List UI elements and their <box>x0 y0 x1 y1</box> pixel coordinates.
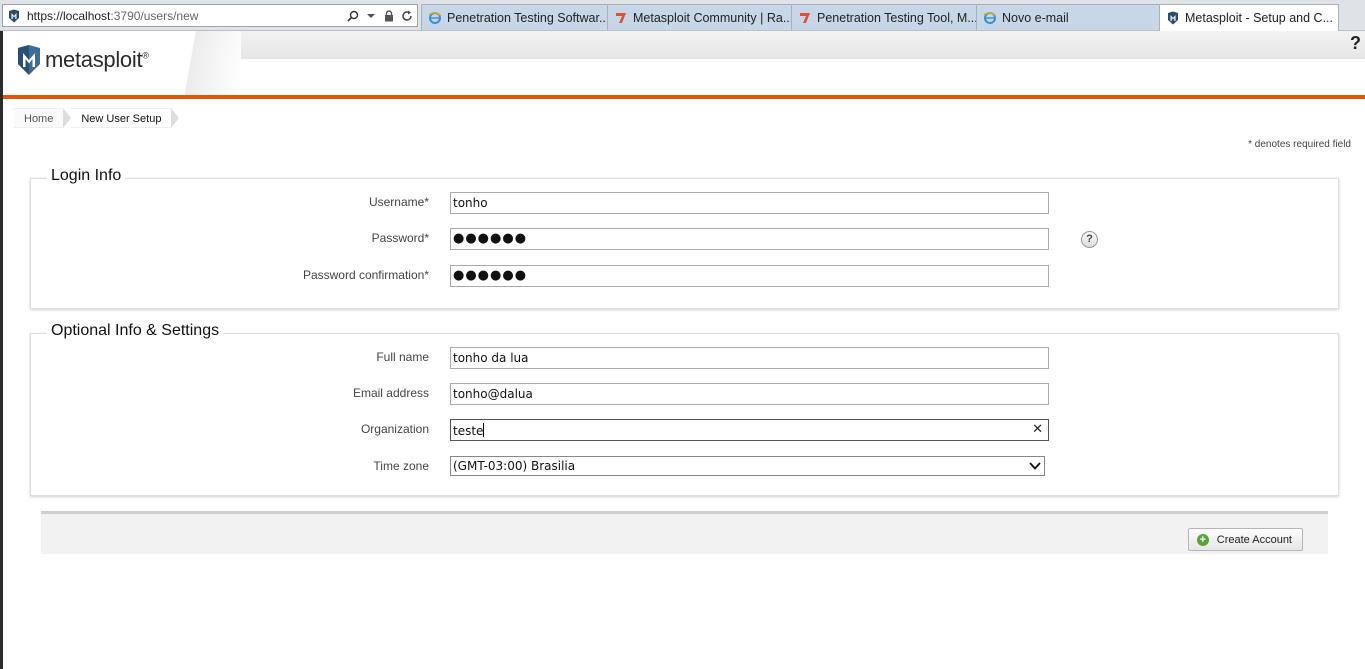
metasploit-logo[interactable]: metasploit® <box>17 45 149 75</box>
section-title: Optional Info & Settings <box>47 322 224 340</box>
create-account-button[interactable]: + Create Account <box>1187 528 1303 551</box>
ie-icon <box>983 11 997 24</box>
clear-input-icon[interactable]: ✕ <box>1032 422 1043 437</box>
metasploit-shield-icon <box>18 45 40 75</box>
breadcrumb-current: New User Setup <box>71 108 172 128</box>
browser-tab[interactable]: Penetration Testing Softwar... <box>421 4 608 30</box>
metasploit-icon <box>1168 11 1178 25</box>
refresh-icon[interactable] <box>401 10 413 22</box>
organization-value: teste <box>453 424 484 438</box>
optional-info-fieldset: Optional Info & Settings Full name tonho… <box>30 322 1339 496</box>
browser-chrome: https://localhost:3790/users/new Penetra… <box>0 0 1365 31</box>
password-confirmation-label: Password confirmation* <box>302 268 429 282</box>
rapid7-icon <box>800 12 810 23</box>
breadcrumb-separator <box>171 108 180 128</box>
email-row: Email address tonho@dalua <box>31 383 1338 405</box>
app-header: metasploit® ? <box>3 31 1365 96</box>
breadcrumb-home[interactable]: Home <box>14 108 64 128</box>
browser-tab[interactable]: Penetration Testing Tool, M... <box>791 4 977 30</box>
organization-row: Organization teste ✕ <box>31 419 1338 441</box>
address-bar[interactable]: https://localhost:3790/users/new <box>2 4 418 27</box>
password-help-icon[interactable]: ? <box>1081 231 1098 248</box>
header-divider <box>3 95 1365 99</box>
lock-icon[interactable] <box>383 9 395 22</box>
email-label: Email address <box>352 386 429 400</box>
fullname-row: Full name tonho da lua <box>31 347 1338 369</box>
ie-icon <box>428 11 442 24</box>
email-field[interactable]: tonho@dalua <box>450 383 1049 405</box>
header-decoration <box>171 31 241 96</box>
timezone-selected-value: (GMT-03:00) Brasilia <box>453 459 576 473</box>
rapid7-icon <box>616 12 626 23</box>
add-icon: + <box>1196 533 1209 546</box>
username-label: Username* <box>368 195 429 209</box>
required-field-note: * denotes required field <box>1248 139 1351 150</box>
tab-strip: Penetration Testing Softwar... Metasploi… <box>421 4 1339 31</box>
timezone-label: Time zone <box>373 459 429 473</box>
password-input[interactable]: ●●●●●● <box>450 228 1049 250</box>
chevron-down-icon[interactable] <box>365 10 377 22</box>
fullname-label: Full name <box>376 350 429 364</box>
window-edge <box>0 31 3 669</box>
section-title: Login Info <box>47 167 126 185</box>
browser-tab[interactable]: Metasploit Community | Ra... <box>607 4 792 30</box>
password-confirmation-row: Password confirmation* ●●●●●● <box>31 265 1338 287</box>
password-label: Password* <box>371 231 429 245</box>
username-row: Username* tonho <box>31 192 1338 214</box>
fullname-input[interactable]: tonho da lua <box>450 347 1049 369</box>
text-caret <box>483 423 485 437</box>
help-button[interactable]: ? <box>1350 33 1361 54</box>
create-account-label: Create Account <box>1216 533 1292 546</box>
chevron-down-icon <box>1029 462 1041 470</box>
organization-input[interactable]: teste ✕ <box>450 419 1049 441</box>
username-input[interactable]: tonho <box>450 192 1049 214</box>
login-info-fieldset: Login Info Username* tonho Password* ●●●… <box>30 167 1339 309</box>
form-actions: + Create Account <box>41 511 1328 554</box>
password-row: Password* ●●●●●● ? <box>31 228 1338 250</box>
browser-tab[interactable]: Novo e-mail <box>976 4 1162 30</box>
breadcrumb: Home New User Setup <box>14 108 180 128</box>
timezone-select[interactable]: (GMT-03:00) Brasilia <box>450 456 1045 476</box>
timezone-row: Time zone (GMT-03:00) Brasilia <box>31 456 1338 478</box>
breadcrumb-separator <box>63 108 72 128</box>
organization-label: Organization <box>360 422 429 436</box>
header-bar <box>179 31 1365 59</box>
url-text: https://localhost:3790/users/new <box>27 8 199 23</box>
search-icon[interactable] <box>347 10 359 22</box>
password-confirmation-input[interactable]: ●●●●●● <box>450 265 1049 287</box>
metasploit-icon <box>9 9 19 22</box>
browser-tab-active[interactable]: Metasploit - Setup and C... × <box>1159 4 1339 31</box>
